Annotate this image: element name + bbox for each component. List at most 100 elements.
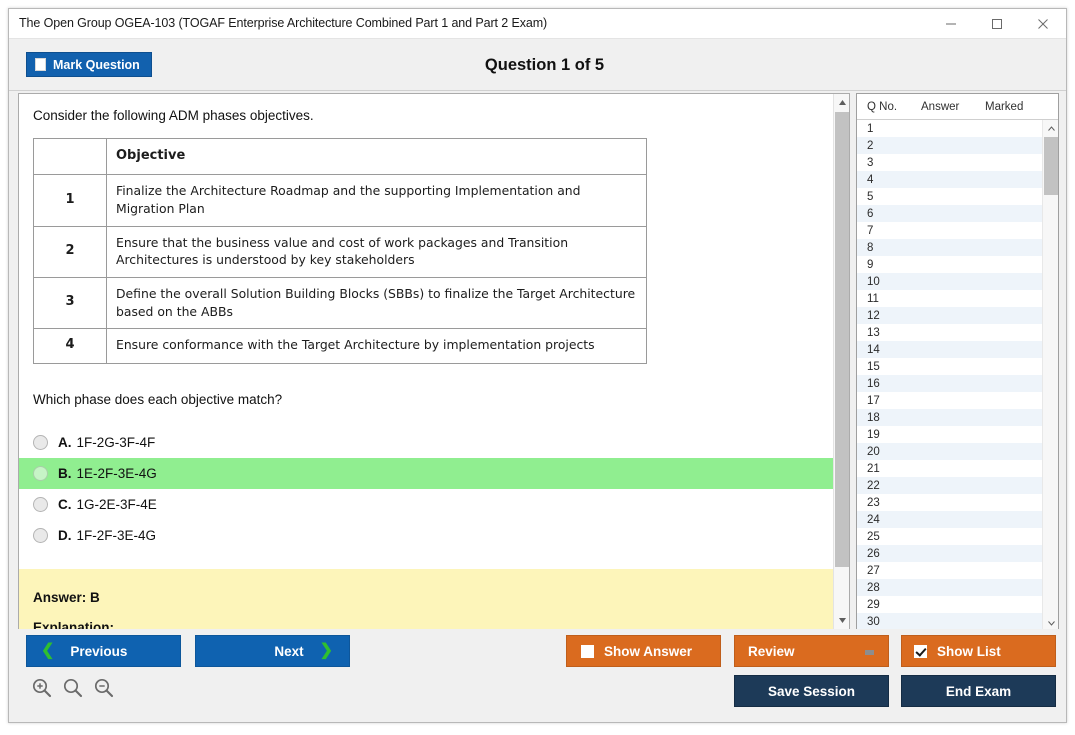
answer-label: Answer: B xyxy=(33,590,849,605)
question-list-scrollbar[interactable] xyxy=(1042,120,1058,630)
table-cell-number: 4 xyxy=(34,329,107,363)
question-list-row[interactable]: 7 xyxy=(857,222,1043,239)
review-label: Review xyxy=(748,644,795,659)
list-scroll-up-arrow-icon[interactable] xyxy=(1043,120,1059,136)
dropdown-indicator-icon xyxy=(865,650,874,655)
table-cell-number: 1 xyxy=(34,175,107,226)
question-list-row[interactable]: 23 xyxy=(857,494,1043,511)
table-cell-objective: Define the overall Solution Building Blo… xyxy=(107,277,647,328)
question-list-row[interactable]: 24 xyxy=(857,511,1043,528)
question-list-row[interactable]: 13 xyxy=(857,324,1043,341)
question-content-pane: Consider the following ADM phases object… xyxy=(18,93,850,630)
mark-question-button[interactable]: Mark Question xyxy=(26,52,152,77)
option-a[interactable]: A. 1F-2G-3F-4F xyxy=(19,427,849,458)
question-list-row[interactable]: 8 xyxy=(857,239,1043,256)
question-list-row[interactable]: 6 xyxy=(857,205,1043,222)
list-row-qno: 3 xyxy=(857,157,921,169)
zoom-in-icon[interactable] xyxy=(31,677,53,704)
question-list-row[interactable]: 1 xyxy=(857,120,1043,137)
question-list-row[interactable]: 3 xyxy=(857,154,1043,171)
question-list-row[interactable]: 4 xyxy=(857,171,1043,188)
question-list-row[interactable]: 25 xyxy=(857,528,1043,545)
show-list-checkbox-icon[interactable] xyxy=(914,645,927,658)
list-row-qno: 13 xyxy=(857,327,921,339)
list-row-qno: 5 xyxy=(857,191,921,203)
question-list-row[interactable]: 20 xyxy=(857,443,1043,460)
question-list-row[interactable]: 21 xyxy=(857,460,1043,477)
previous-label: Previous xyxy=(70,644,127,659)
list-row-qno: 18 xyxy=(857,412,921,424)
scroll-up-arrow-icon[interactable] xyxy=(834,94,850,111)
table-header-number xyxy=(34,139,107,175)
option-d[interactable]: D. 1F-2F-3E-4G xyxy=(19,520,849,551)
answer-explanation-box: Answer: B Explanation: xyxy=(19,569,849,630)
question-list-row[interactable]: 27 xyxy=(857,562,1043,579)
close-icon[interactable] xyxy=(1020,9,1066,39)
list-row-qno: 21 xyxy=(857,463,921,475)
question-list-row[interactable]: 15 xyxy=(857,358,1043,375)
list-scrollbar-thumb[interactable] xyxy=(1044,137,1058,195)
question-list-row[interactable]: 26 xyxy=(857,545,1043,562)
question-list-row[interactable]: 22 xyxy=(857,477,1043,494)
question-list-body[interactable]: 1234567891011121314151617181920212223242… xyxy=(857,120,1043,630)
question-list-row[interactable]: 18 xyxy=(857,409,1043,426)
question-list-row[interactable]: 2 xyxy=(857,137,1043,154)
maximize-icon[interactable] xyxy=(974,9,1020,39)
option-text: 1E-2F-3E-4G xyxy=(77,466,157,481)
question-list-row[interactable]: 5 xyxy=(857,188,1043,205)
minimize-icon[interactable] xyxy=(928,9,974,39)
header-bar: Mark Question Question 1 of 5 xyxy=(9,39,1066,91)
option-text: 1F-2G-3F-4F xyxy=(77,435,156,450)
question-list-row[interactable]: 29 xyxy=(857,596,1043,613)
list-scroll-down-arrow-icon[interactable] xyxy=(1043,615,1059,630)
question-list-row[interactable]: 19 xyxy=(857,426,1043,443)
list-row-qno: 17 xyxy=(857,395,921,407)
question-intro-text: Consider the following ADM phases object… xyxy=(33,108,314,123)
zoom-toolbar xyxy=(31,677,115,704)
question-list-row[interactable]: 10 xyxy=(857,273,1043,290)
table-header-row: Objective xyxy=(34,139,647,175)
next-button[interactable]: Next ❯ xyxy=(195,635,350,667)
window-title: The Open Group OGEA-103 (TOGAF Enterpris… xyxy=(19,16,547,30)
save-session-button[interactable]: Save Session xyxy=(734,675,889,707)
scroll-down-arrow-icon[interactable] xyxy=(834,612,850,629)
save-session-label: Save Session xyxy=(768,684,855,699)
end-exam-button[interactable]: End Exam xyxy=(901,675,1056,707)
radio-icon[interactable] xyxy=(33,528,48,543)
zoom-out-icon[interactable] xyxy=(93,677,115,704)
list-row-qno: 2 xyxy=(857,140,921,152)
option-b[interactable]: B. 1E-2F-3E-4G xyxy=(19,458,849,489)
list-row-qno: 8 xyxy=(857,242,921,254)
option-c[interactable]: C. 1G-2E-3F-4E xyxy=(19,489,849,520)
list-row-qno: 29 xyxy=(857,599,921,611)
column-header-answer: Answer xyxy=(921,101,985,113)
footer-toolbar: ❮ Previous Next ❯ Show Answer Review Sho… xyxy=(9,629,1066,722)
show-answer-checkbox-icon[interactable] xyxy=(581,645,594,658)
list-row-qno: 1 xyxy=(857,123,921,135)
radio-icon[interactable] xyxy=(33,497,48,512)
list-row-qno: 27 xyxy=(857,565,921,577)
review-dropdown-button[interactable]: Review xyxy=(734,635,889,667)
list-row-qno: 30 xyxy=(857,616,921,628)
question-list-row[interactable]: 14 xyxy=(857,341,1043,358)
zoom-reset-icon[interactable] xyxy=(62,677,84,704)
question-list-row[interactable]: 28 xyxy=(857,579,1043,596)
application-window: The Open Group OGEA-103 (TOGAF Enterpris… xyxy=(8,8,1067,723)
list-row-qno: 20 xyxy=(857,446,921,458)
show-list-button[interactable]: Show List xyxy=(901,635,1056,667)
radio-icon[interactable] xyxy=(33,466,48,481)
show-answer-button[interactable]: Show Answer xyxy=(566,635,721,667)
question-list-row[interactable]: 11 xyxy=(857,290,1043,307)
question-list-row[interactable]: 16 xyxy=(857,375,1043,392)
option-letter: A. xyxy=(58,435,72,450)
question-list-row[interactable]: 30 xyxy=(857,613,1043,630)
previous-button[interactable]: ❮ Previous xyxy=(26,635,181,667)
radio-icon[interactable] xyxy=(33,435,48,450)
question-list-row[interactable]: 9 xyxy=(857,256,1043,273)
content-scrollbar-thumb[interactable] xyxy=(835,112,849,567)
title-bar: The Open Group OGEA-103 (TOGAF Enterpris… xyxy=(9,9,1066,39)
question-list-row[interactable]: 12 xyxy=(857,307,1043,324)
table-cell-objective: Ensure conformance with the Target Archi… xyxy=(107,329,647,363)
question-list-row[interactable]: 17 xyxy=(857,392,1043,409)
content-vertical-scrollbar[interactable] xyxy=(833,94,849,629)
